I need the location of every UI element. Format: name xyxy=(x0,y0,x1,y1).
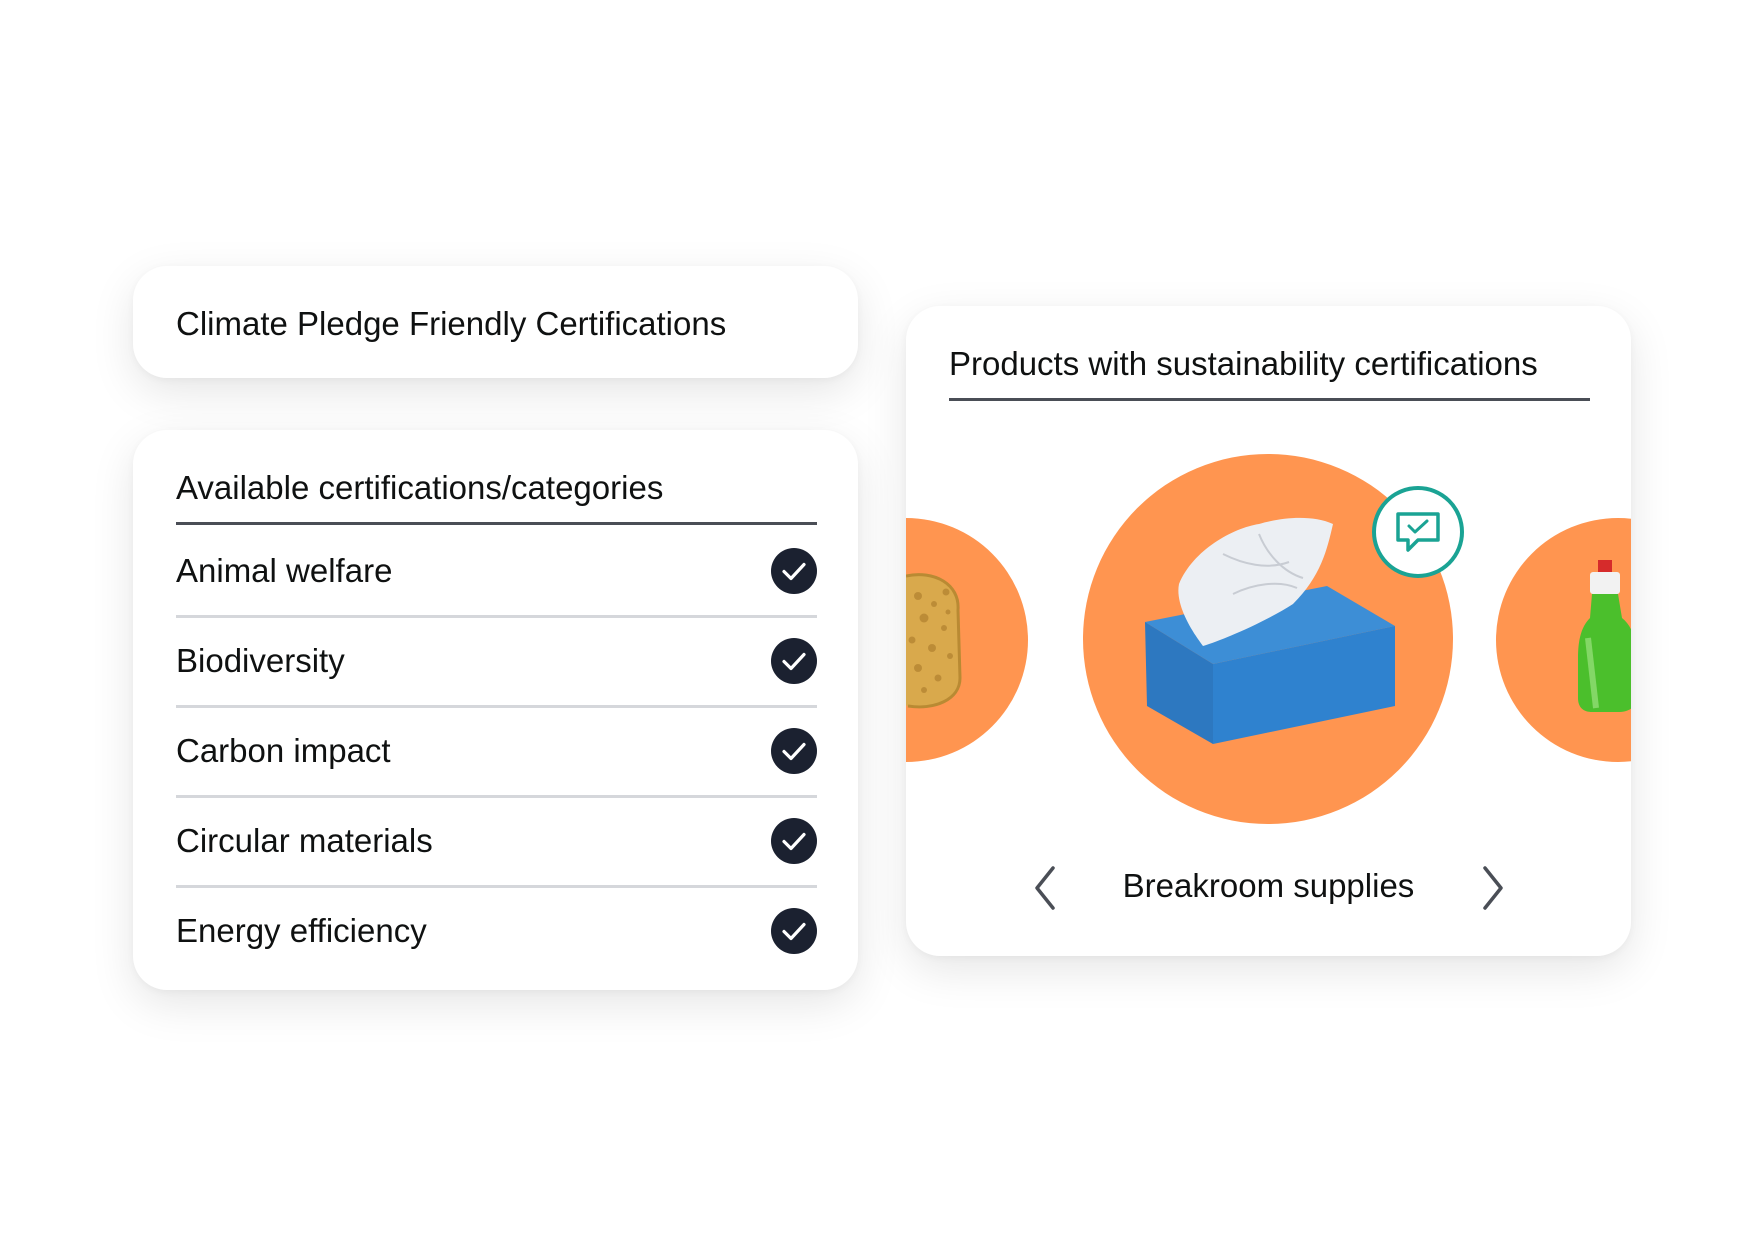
title-card: Climate Pledge Friendly Certifications xyxy=(133,266,858,378)
products-card: Products with sustainability certificati… xyxy=(906,306,1631,956)
checkmark-icon[interactable] xyxy=(771,818,817,864)
certifications-card: Available certifications/categories Anim… xyxy=(133,430,858,990)
cert-row-biodiversity[interactable]: Biodiversity xyxy=(176,618,817,708)
carousel-item-sponge[interactable] xyxy=(906,518,1028,762)
cert-label: Circular materials xyxy=(176,822,433,859)
cert-row-carbon-impact[interactable]: Carbon impact xyxy=(176,708,817,798)
cert-row-circular-materials[interactable]: Circular materials xyxy=(176,798,817,888)
checkmark-icon[interactable] xyxy=(771,548,817,594)
sponge-image xyxy=(906,573,962,709)
checkmark-icon[interactable] xyxy=(771,908,817,954)
carousel-next-button[interactable] xyxy=(1473,862,1513,914)
heading-divider xyxy=(176,522,817,525)
verified-badge xyxy=(1372,486,1464,578)
cert-row-energy-efficiency[interactable]: Energy efficiency xyxy=(176,888,817,976)
cert-label: Energy efficiency xyxy=(176,912,427,949)
cert-row-animal-welfare[interactable]: Animal welfare xyxy=(176,528,817,618)
chevron-right-icon xyxy=(1483,866,1503,910)
verified-chat-icon xyxy=(1396,512,1440,552)
checkmark-icon[interactable] xyxy=(771,728,817,774)
cert-label: Carbon impact xyxy=(176,732,391,769)
dish-soap-bottle-image xyxy=(1578,560,1631,712)
products-heading: Products with sustainability certificati… xyxy=(949,345,1538,382)
carousel-item-dish-soap[interactable] xyxy=(1496,518,1631,762)
carousel-category-label: Breakroom supplies xyxy=(1122,867,1415,904)
checkmark-icon[interactable] xyxy=(771,638,817,684)
heading-divider xyxy=(949,398,1590,401)
cert-label: Biodiversity xyxy=(176,642,345,679)
page-title: Climate Pledge Friendly Certifications xyxy=(176,305,727,342)
cert-label: Animal welfare xyxy=(176,552,393,589)
certifications-heading: Available certifications/categories xyxy=(176,469,664,506)
